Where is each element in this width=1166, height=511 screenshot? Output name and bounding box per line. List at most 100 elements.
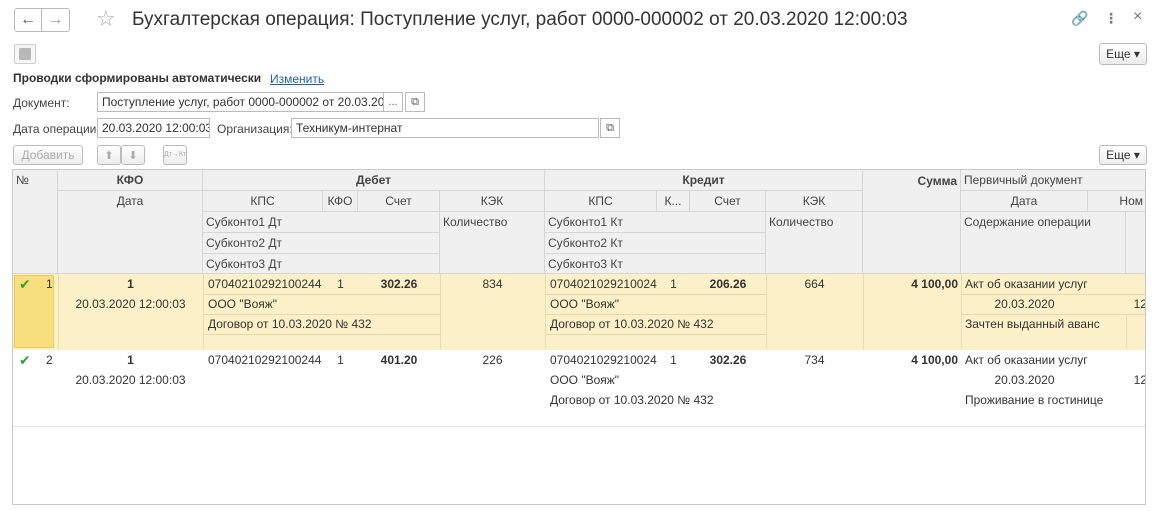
- header-doc-num[interactable]: Ном: [1088, 191, 1145, 212]
- divider: [545, 334, 766, 335]
- date-label: Дата операции:: [13, 122, 100, 136]
- row-doc-date: 20.03.2020: [994, 297, 1055, 311]
- header-dt-kek[interactable]: КЭК: [440, 191, 545, 212]
- divider: [203, 274, 204, 350]
- header-primary-doc[interactable]: Первичный документ: [961, 170, 1145, 191]
- header-kt-quantity[interactable]: Количество: [766, 212, 863, 274]
- row-kt-kfo: 1: [670, 353, 677, 367]
- row-dt-kek: 226: [482, 353, 503, 367]
- row-date: 20.03.2020 12:00:03: [75, 373, 186, 387]
- row-posted-check-icon: ✔: [19, 352, 31, 368]
- document-field[interactable]: Поступление услуг, работ 0000-000002 от …: [97, 92, 384, 112]
- change-link[interactable]: Изменить: [270, 72, 324, 86]
- header-debit[interactable]: Дебет: [203, 170, 545, 191]
- document-label: Документ:: [13, 96, 70, 110]
- header-num[interactable]: №: [13, 170, 58, 274]
- row-number: 2: [46, 353, 53, 367]
- row-primary-doc: Акт об оказании услуг: [965, 353, 1088, 367]
- close-icon[interactable]: ×: [1133, 8, 1142, 26]
- header-sub1-dt[interactable]: Субконто1 Дт: [203, 212, 440, 233]
- row-kt-subconto1: ООО "Вояж": [550, 373, 620, 387]
- row-kt-account: 302.26: [709, 353, 747, 367]
- header-kfo[interactable]: КФО: [58, 170, 203, 191]
- header-credit[interactable]: Кредит: [545, 170, 863, 191]
- header-sub2-dt[interactable]: Субконто2 Дт: [203, 233, 440, 254]
- header-kt-account[interactable]: Счет: [690, 191, 766, 212]
- more-button-top[interactable]: Еще ▾: [1099, 43, 1147, 65]
- postings-table: № КФО Дебет Кредит Сумма Первичный докум…: [12, 169, 1146, 505]
- header-dt-account[interactable]: Счет: [358, 191, 440, 212]
- row-dt-kps: 07040210292100244: [208, 277, 322, 291]
- save-button[interactable]: [14, 44, 36, 64]
- row-kt-kek: 664: [804, 277, 825, 291]
- header-dt-kfo[interactable]: КФО: [323, 191, 358, 212]
- header-dt-quantity[interactable]: Количество: [440, 212, 545, 274]
- favorite-star-icon[interactable]: ☆: [96, 6, 116, 32]
- row-doc-date: 20.03.2020: [994, 373, 1055, 387]
- header-kt-kps[interactable]: КПС: [545, 191, 657, 212]
- save-icon: [19, 48, 31, 60]
- title-bar: ← → ☆ Бухгалтерская операция: Поступлени…: [0, 0, 1166, 40]
- row-kt-kps: 07040210292100244: [550, 353, 657, 367]
- header-content-extra: [1126, 212, 1145, 274]
- header-kt-kek[interactable]: КЭК: [766, 191, 863, 212]
- more-actions-icon[interactable]: ⋮: [1104, 10, 1118, 27]
- row-content: Зачтен выданный аванс: [965, 317, 1100, 331]
- header-dt-kps[interactable]: КПС: [203, 191, 323, 212]
- row-date: 20.03.2020 12:00:03: [75, 297, 186, 311]
- header-sum-empty: [863, 212, 961, 274]
- window-title: Бухгалтерская операция: Поступление услу…: [132, 9, 908, 30]
- row-dt-subconto2: Договор от 10.03.2020 № 432: [208, 317, 372, 331]
- move-up-icon[interactable]: ⬆: [97, 145, 121, 165]
- header-sub3-dt[interactable]: Субконто3 Дт: [203, 254, 440, 274]
- row-primary-doc: Акт об оказании услуг: [965, 277, 1088, 291]
- header-sub2-kt[interactable]: Субконто2 Кт: [545, 233, 766, 254]
- row-kt-kfo: 1: [670, 277, 677, 291]
- row-dt-kek: 834: [482, 277, 503, 291]
- row-divider: [13, 426, 1145, 427]
- dt-kt-swap-icon[interactable]: Дт→Кт: [163, 145, 187, 165]
- header-sub1-kt[interactable]: Субконто1 Кт: [545, 212, 766, 233]
- header-sub3-kt[interactable]: Субконто3 Кт: [545, 254, 766, 274]
- row-kt-kps: 07040210292100244: [550, 277, 657, 291]
- auto-postings-text: Проводки сформированы автоматически: [13, 71, 262, 85]
- row-dt-kfo: 1: [337, 353, 344, 367]
- row-kt-account: 206.26: [709, 277, 747, 291]
- header-doc-date[interactable]: Дата: [961, 191, 1088, 212]
- move-down-icon[interactable]: ⬇: [121, 145, 145, 165]
- organization-open-icon[interactable]: ⧉: [600, 118, 620, 138]
- row-kt-subconto1: ООО "Вояж": [550, 297, 620, 311]
- row-dt-account: 302.26: [380, 277, 418, 291]
- row-posted-check-icon: ✔: [19, 276, 31, 292]
- row-doc-num: 12: [1133, 373, 1146, 387]
- back-button[interactable]: ←: [14, 8, 42, 32]
- row-kt-subconto2: Договор от 10.03.2020 № 432: [550, 317, 714, 331]
- divider: [545, 274, 546, 350]
- row-dt-kps: 07040210292100244: [208, 353, 322, 367]
- organization-field[interactable]: Техникум-интернат: [291, 118, 599, 138]
- header-kt-kfo[interactable]: К...: [657, 191, 690, 212]
- row-content: Проживание в гостинице: [965, 393, 1104, 407]
- row-kfo: 1: [127, 353, 134, 367]
- divider: [1126, 314, 1127, 350]
- document-select-button[interactable]: ...: [383, 92, 403, 112]
- link-icon[interactable]: 🔗: [1071, 10, 1088, 27]
- organization-label: Организация:: [217, 122, 293, 136]
- row-dt-subconto1: ООО "Вояж": [208, 297, 278, 311]
- more-button-grid[interactable]: Еще ▾: [1099, 145, 1147, 165]
- row-number: 1: [46, 277, 53, 291]
- header-content[interactable]: Содержание операции: [961, 212, 1126, 274]
- forward-button[interactable]: →: [42, 8, 70, 32]
- row-doc-num: 12: [1133, 297, 1146, 311]
- header-date[interactable]: Дата: [58, 191, 203, 274]
- header-sum[interactable]: Сумма: [863, 170, 961, 212]
- row-kt-subconto2: Договор от 10.03.2020 № 432: [550, 393, 714, 407]
- date-field[interactable]: 20.03.2020 12:00:03: [97, 118, 210, 138]
- document-open-icon[interactable]: ⧉: [405, 92, 425, 112]
- add-button[interactable]: Добавить: [13, 145, 83, 165]
- row-sum: 4 100,00: [911, 277, 958, 291]
- row-dt-kfo: 1: [337, 277, 344, 291]
- row-kfo: 1: [127, 277, 134, 291]
- row-dt-account: 401.20: [380, 353, 418, 367]
- row-kt-kek: 734: [804, 353, 825, 367]
